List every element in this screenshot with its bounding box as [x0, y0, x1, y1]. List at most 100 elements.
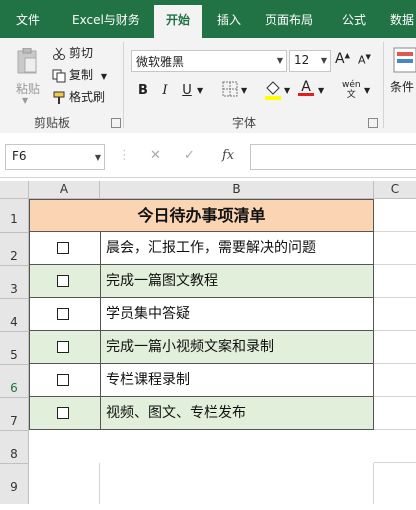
font-name-select[interactable]: 微软雅黑 ▼ — [131, 50, 287, 72]
checkbox-cell[interactable] — [30, 232, 101, 264]
tab-file[interactable]: 文件 — [16, 10, 40, 30]
underline-dropdown-icon[interactable]: ▼ — [197, 86, 203, 95]
bold-button[interactable]: B — [136, 82, 150, 100]
row-header[interactable]: 6 — [0, 365, 29, 398]
chevron-down-icon[interactable]: ▼ — [321, 56, 327, 65]
borders-dropdown-icon[interactable]: ▼ — [241, 86, 247, 95]
checkbox-icon[interactable] — [57, 341, 69, 353]
task-row[interactable]: 专栏课程录制 — [29, 364, 374, 397]
insert-function-button[interactable]: fx — [222, 148, 234, 163]
column-header-c[interactable]: C — [374, 181, 416, 199]
fill-color-dropdown-icon[interactable]: ▼ — [284, 86, 290, 95]
tab-data[interactable]: 数据 — [390, 10, 414, 30]
cell[interactable] — [374, 397, 416, 430]
chinese-character-icon: 文 — [346, 90, 356, 100]
checkbox-icon[interactable] — [57, 374, 69, 386]
tab-excel-finance[interactable]: Excel与财务 — [72, 10, 140, 30]
cell[interactable] — [374, 298, 416, 331]
copy-button[interactable]: 复制 ▼ — [52, 66, 107, 84]
paintbrush-icon — [52, 91, 66, 105]
cell[interactable] — [374, 331, 416, 364]
font-color-glyph: A — [301, 79, 311, 95]
chevron-down-icon[interactable]: ▼ — [277, 56, 283, 65]
clipboard-launcher-icon[interactable] — [111, 118, 121, 128]
borders-button[interactable] — [222, 81, 238, 101]
grow-font-label: A — [335, 51, 345, 67]
clipboard-group-label: 剪贴板 — [34, 116, 71, 130]
task-row[interactable]: 完成一篇图文教程 — [29, 265, 374, 298]
cut-button[interactable]: 剪切 — [52, 44, 93, 62]
copy-icon — [52, 69, 66, 83]
formula-input[interactable] — [250, 144, 416, 170]
checkbox-cell[interactable] — [30, 397, 101, 429]
conditional-formatting-button[interactable]: 条件 — [390, 78, 414, 95]
row-header[interactable]: 5 — [0, 332, 29, 365]
tab-home[interactable]: 开始 — [154, 5, 203, 38]
font-name-value: 微软雅黑 — [136, 55, 185, 69]
tab-page-layout[interactable]: 页面布局 — [265, 10, 313, 30]
phonetic-dropdown-icon[interactable]: ▼ — [364, 86, 370, 95]
task-row[interactable]: 视频、图文、专栏发布 — [29, 397, 374, 430]
task-text: 视频、图文、专栏发布 — [106, 405, 246, 421]
column-header-b[interactable]: B — [100, 181, 374, 199]
font-color-dropdown-icon[interactable]: ▼ — [318, 86, 324, 95]
name-box[interactable]: F6 ▼ — [5, 144, 105, 170]
sheet-title[interactable]: 今日待办事项清单 — [29, 199, 374, 232]
checkbox-cell[interactable] — [30, 298, 101, 330]
conditional-formatting-icon[interactable] — [392, 46, 416, 76]
tab-formulas[interactable]: 公式 — [342, 10, 366, 30]
row-header[interactable]: 8 — [0, 431, 29, 464]
fill-color-button[interactable] — [264, 80, 282, 104]
shrink-font-button[interactable]: A▼ — [358, 53, 371, 67]
row-header[interactable]: 7 — [0, 398, 29, 431]
cell[interactable] — [374, 463, 416, 504]
column-header-a[interactable]: A — [29, 181, 100, 199]
format-painter-button[interactable]: 格式刷 — [52, 88, 105, 106]
group-divider — [123, 42, 124, 128]
paste-icon[interactable] — [16, 47, 38, 74]
checkbox-cell[interactable] — [30, 331, 101, 363]
ribbon: 粘贴 ▼ 剪切 复制 ▼ 格式刷 剪贴板 微软雅黑 ▼ 12 ▼ A▲ A▼ B… — [0, 38, 416, 134]
paste-button[interactable]: 粘贴 — [16, 80, 40, 97]
cell[interactable] — [374, 199, 416, 232]
task-row[interactable]: 完成一篇小视频文案和录制 — [29, 331, 374, 364]
enter-check-icon[interactable]: ✓ — [184, 148, 195, 163]
paste-dropdown-icon[interactable]: ▼ — [22, 96, 28, 105]
cell[interactable] — [374, 265, 416, 298]
checkbox-cell[interactable] — [30, 364, 101, 396]
select-all-corner[interactable] — [0, 181, 29, 199]
grow-font-button[interactable]: A▲ — [335, 51, 350, 67]
font-size-select[interactable]: 12 ▼ — [289, 50, 331, 72]
row-header[interactable]: 1 — [0, 199, 29, 233]
cut-label: 剪切 — [69, 46, 94, 60]
task-row[interactable]: 晨会，汇报工作，需要解决的问题 — [29, 232, 374, 265]
cell[interactable] — [374, 430, 416, 463]
copy-label: 复制 — [69, 68, 94, 82]
checkbox-icon[interactable] — [57, 275, 69, 287]
task-text: 专栏课程录制 — [106, 372, 190, 388]
tab-insert[interactable]: 插入 — [217, 10, 241, 30]
font-color-button[interactable]: A — [298, 79, 314, 96]
checkbox-icon[interactable] — [57, 308, 69, 320]
row-header[interactable]: 2 — [0, 233, 29, 266]
copy-dropdown-icon[interactable]: ▼ — [101, 72, 107, 81]
format-painter-label: 格式刷 — [69, 90, 106, 104]
underline-button[interactable]: U — [180, 82, 194, 100]
row-header[interactable]: 3 — [0, 266, 29, 299]
font-launcher-icon[interactable] — [368, 118, 378, 128]
task-row[interactable]: 学员集中答疑 — [29, 298, 374, 331]
checkbox-icon[interactable] — [57, 407, 69, 419]
cell[interactable] — [29, 463, 100, 504]
cell[interactable] — [374, 232, 416, 265]
row-header[interactable]: 9 — [0, 464, 29, 504]
row-header[interactable]: 4 — [0, 299, 29, 332]
chevron-down-icon[interactable]: ▼ — [95, 153, 101, 162]
checkbox-cell[interactable] — [30, 265, 101, 297]
phonetic-guide-button[interactable]: wén 文 — [342, 80, 361, 100]
cell[interactable] — [374, 364, 416, 397]
cell[interactable] — [100, 463, 374, 504]
checkbox-icon[interactable] — [57, 242, 69, 254]
cancel-icon[interactable]: ✕ — [150, 148, 161, 163]
name-box-value: F6 — [12, 149, 27, 163]
italic-button[interactable]: I — [158, 82, 172, 100]
